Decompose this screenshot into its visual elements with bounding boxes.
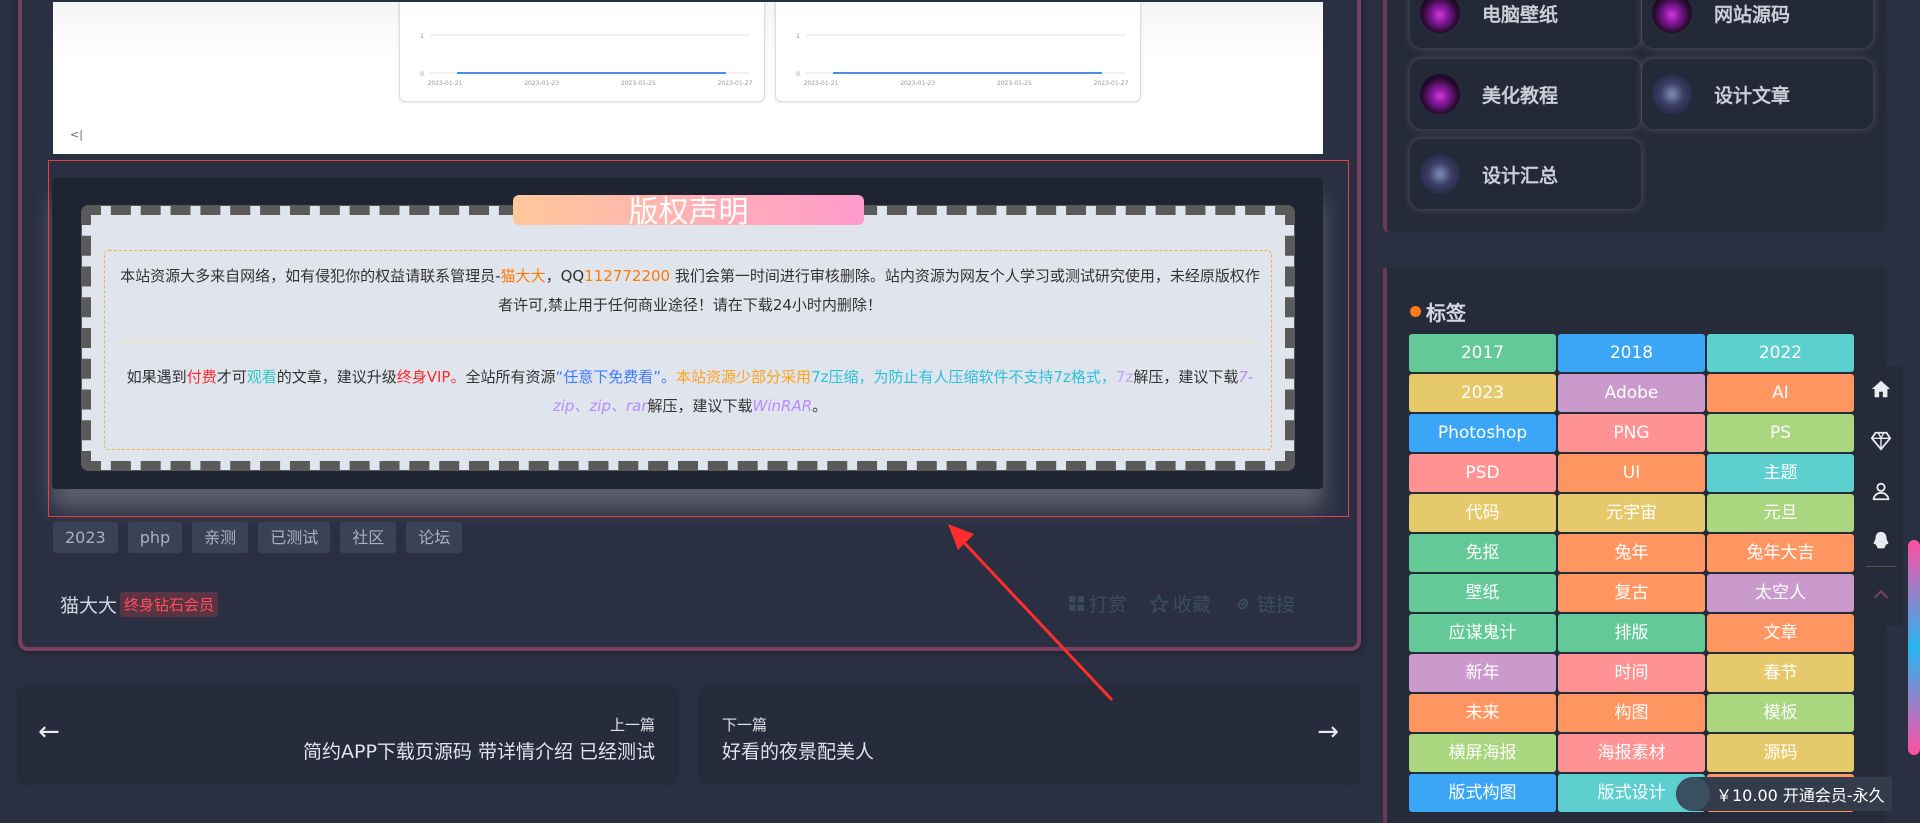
tag-item[interactable]: 兔年 (1558, 534, 1705, 572)
annotation-frame (48, 160, 1349, 517)
author-name[interactable]: 猫大大 (60, 591, 117, 618)
tag-item[interactable]: PNG (1558, 414, 1705, 452)
tag-cloud: 2017 2018 2022 2023 Adobe AI Photoshop PNG PS PSD… (1409, 334, 1854, 812)
category-avatar (1420, 74, 1460, 114)
post-tag[interactable]: 社区 (340, 522, 397, 553)
tag-item[interactable]: 构图 (1558, 694, 1705, 732)
post-tag[interactable]: 论坛 (406, 522, 463, 553)
tag-item[interactable]: 春节 (1707, 654, 1854, 692)
y-tick-label: 1 (796, 33, 800, 40)
prev-post[interactable]: ← 上一篇 简约APP下载页源码 带详情介绍 已经测试 (20, 689, 675, 781)
vip-purchase-strip[interactable]: ￥10.00 开通会员-永久 (1676, 777, 1892, 811)
favorite-button[interactable]: 收藏 (1149, 590, 1211, 617)
tag-item[interactable]: 太空人 (1707, 574, 1854, 612)
link-button[interactable]: 链接 (1233, 590, 1295, 617)
tag-item[interactable]: 元宇宙 (1558, 494, 1705, 532)
home-icon[interactable] (1870, 378, 1892, 400)
qq-icon[interactable] (1870, 530, 1892, 552)
tag-item[interactable]: 主题 (1707, 454, 1854, 492)
tag-item[interactable]: 横屏海报 (1409, 734, 1556, 772)
post-tag[interactable]: php (127, 522, 183, 553)
tag-item[interactable]: UI (1558, 454, 1705, 492)
tag-item[interactable]: 应谋鬼计 (1409, 614, 1556, 652)
post-tag[interactable]: 亲测 (192, 522, 249, 553)
y-tick-label: 1 (420, 33, 424, 40)
tag-item[interactable]: 新年 (1409, 654, 1556, 692)
author-info: 猫大大 终身钻石会员 (60, 591, 219, 618)
category-avatar (1652, 0, 1692, 33)
x-tick-label: 2023-01-25 (997, 80, 1032, 87)
chevron-up-icon[interactable] (1870, 584, 1892, 606)
x-tick-label: 2023-01-23 (524, 80, 559, 87)
arrow-right-icon: → (1317, 717, 1339, 747)
tag-item[interactable]: 免抠 (1409, 534, 1556, 572)
vip-badge: 终身钻石会员 (120, 592, 219, 617)
arrow-left-icon: ← (38, 717, 60, 747)
chart-card-1: 1 0 2023-01-21 2023-01-23 2023-01-25 2023-01-… (399, 2, 765, 102)
tag-item[interactable]: 时间 (1558, 654, 1705, 692)
line-chart-1: 1 0 2023-01-21 2023-01-23 2023-01-25 2023-01-… (420, 33, 753, 87)
tag-item[interactable]: 2018 (1558, 334, 1705, 372)
category-avatar (1420, 0, 1460, 33)
x-tick-label: 2023-01-27 (1094, 80, 1129, 87)
tag-item[interactable]: 版式构图 (1409, 774, 1556, 812)
x-tick-label: 2023-01-25 (621, 80, 656, 87)
category-avatar (1652, 74, 1692, 114)
prev-post-title: 简约APP下载页源码 带详情介绍 已经测试 (303, 741, 655, 763)
category-item[interactable]: 美化教程 (1410, 59, 1641, 129)
tag-item[interactable]: 2017 (1409, 334, 1556, 372)
tag-item[interactable]: Photoshop (1409, 414, 1556, 452)
x-tick-label: 2023-01-21 (804, 80, 839, 87)
tag-item[interactable]: AI (1707, 374, 1854, 412)
y-tick-label: 0 (796, 71, 800, 78)
tag-item[interactable]: 2023 (1409, 374, 1556, 412)
y-tick-label: 0 (420, 71, 424, 78)
user-icon[interactable] (1870, 480, 1892, 502)
tags-title: 标签 (1410, 297, 1466, 326)
category-item[interactable]: 设计汇总 (1410, 139, 1641, 209)
tag-item[interactable]: 复古 (1558, 574, 1705, 612)
tag-item[interactable]: 兔年大吉 (1707, 534, 1854, 572)
collapse-toggle[interactable]: <| (70, 128, 83, 141)
category-item[interactable]: 网站源码 (1642, 0, 1873, 48)
tag-item[interactable]: 文章 (1707, 614, 1854, 652)
category-item[interactable]: 电脑壁纸 (1410, 0, 1641, 48)
floating-toolbar (1859, 366, 1903, 626)
tag-item[interactable]: 模板 (1707, 694, 1854, 732)
tag-item[interactable]: 元旦 (1707, 494, 1854, 532)
scrollbar-thumb[interactable] (1908, 540, 1920, 755)
line-chart-2: 1 0 2023-01-21 2023-01-23 2023-01-25 2023-01-… (796, 33, 1129, 87)
category-item[interactable]: 设计文章 (1642, 59, 1873, 129)
post-tag[interactable]: 2023 (53, 522, 118, 553)
tag-item[interactable]: Adobe (1558, 374, 1705, 412)
next-post-title: 好看的夜景配美人 (722, 741, 875, 763)
tag-item[interactable]: 代码 (1409, 494, 1556, 532)
post-tags: 2023 php 亲测 已测试 社区 论坛 (53, 522, 463, 553)
tag-item[interactable]: 排版 (1558, 614, 1705, 652)
x-tick-label: 2023-01-21 (428, 80, 463, 87)
dot-icon (1410, 306, 1421, 317)
x-tick-label: 2023-01-27 (718, 80, 753, 87)
post-tag[interactable]: 已测试 (258, 522, 331, 553)
divider (1866, 566, 1896, 567)
tag-item[interactable]: 壁纸 (1409, 574, 1556, 612)
annotation-arrow (948, 524, 1114, 702)
tag-item[interactable]: 未来 (1409, 694, 1556, 732)
diamond-icon[interactable] (1870, 430, 1892, 452)
tag-item[interactable]: 源码 (1707, 734, 1854, 772)
link-icon (1237, 598, 1249, 609)
vip-bubble (1676, 777, 1710, 811)
x-tick-label: 2023-01-23 (900, 80, 935, 87)
stats-area: 1 0 2023-01-21 2023-01-23 2023-01-25 2023-01-… (53, 2, 1323, 154)
category-avatar (1420, 154, 1460, 194)
star-icon (1149, 593, 1170, 613)
tag-item[interactable]: PSD (1409, 454, 1556, 492)
chart-card-2: 1 0 2023-01-21 2023-01-23 2023-01-25 2023-01-… (775, 2, 1141, 102)
tag-item[interactable]: 2022 (1707, 334, 1854, 372)
tag-item[interactable]: PS (1707, 414, 1854, 452)
tag-item[interactable]: 海报素材 (1558, 734, 1705, 772)
